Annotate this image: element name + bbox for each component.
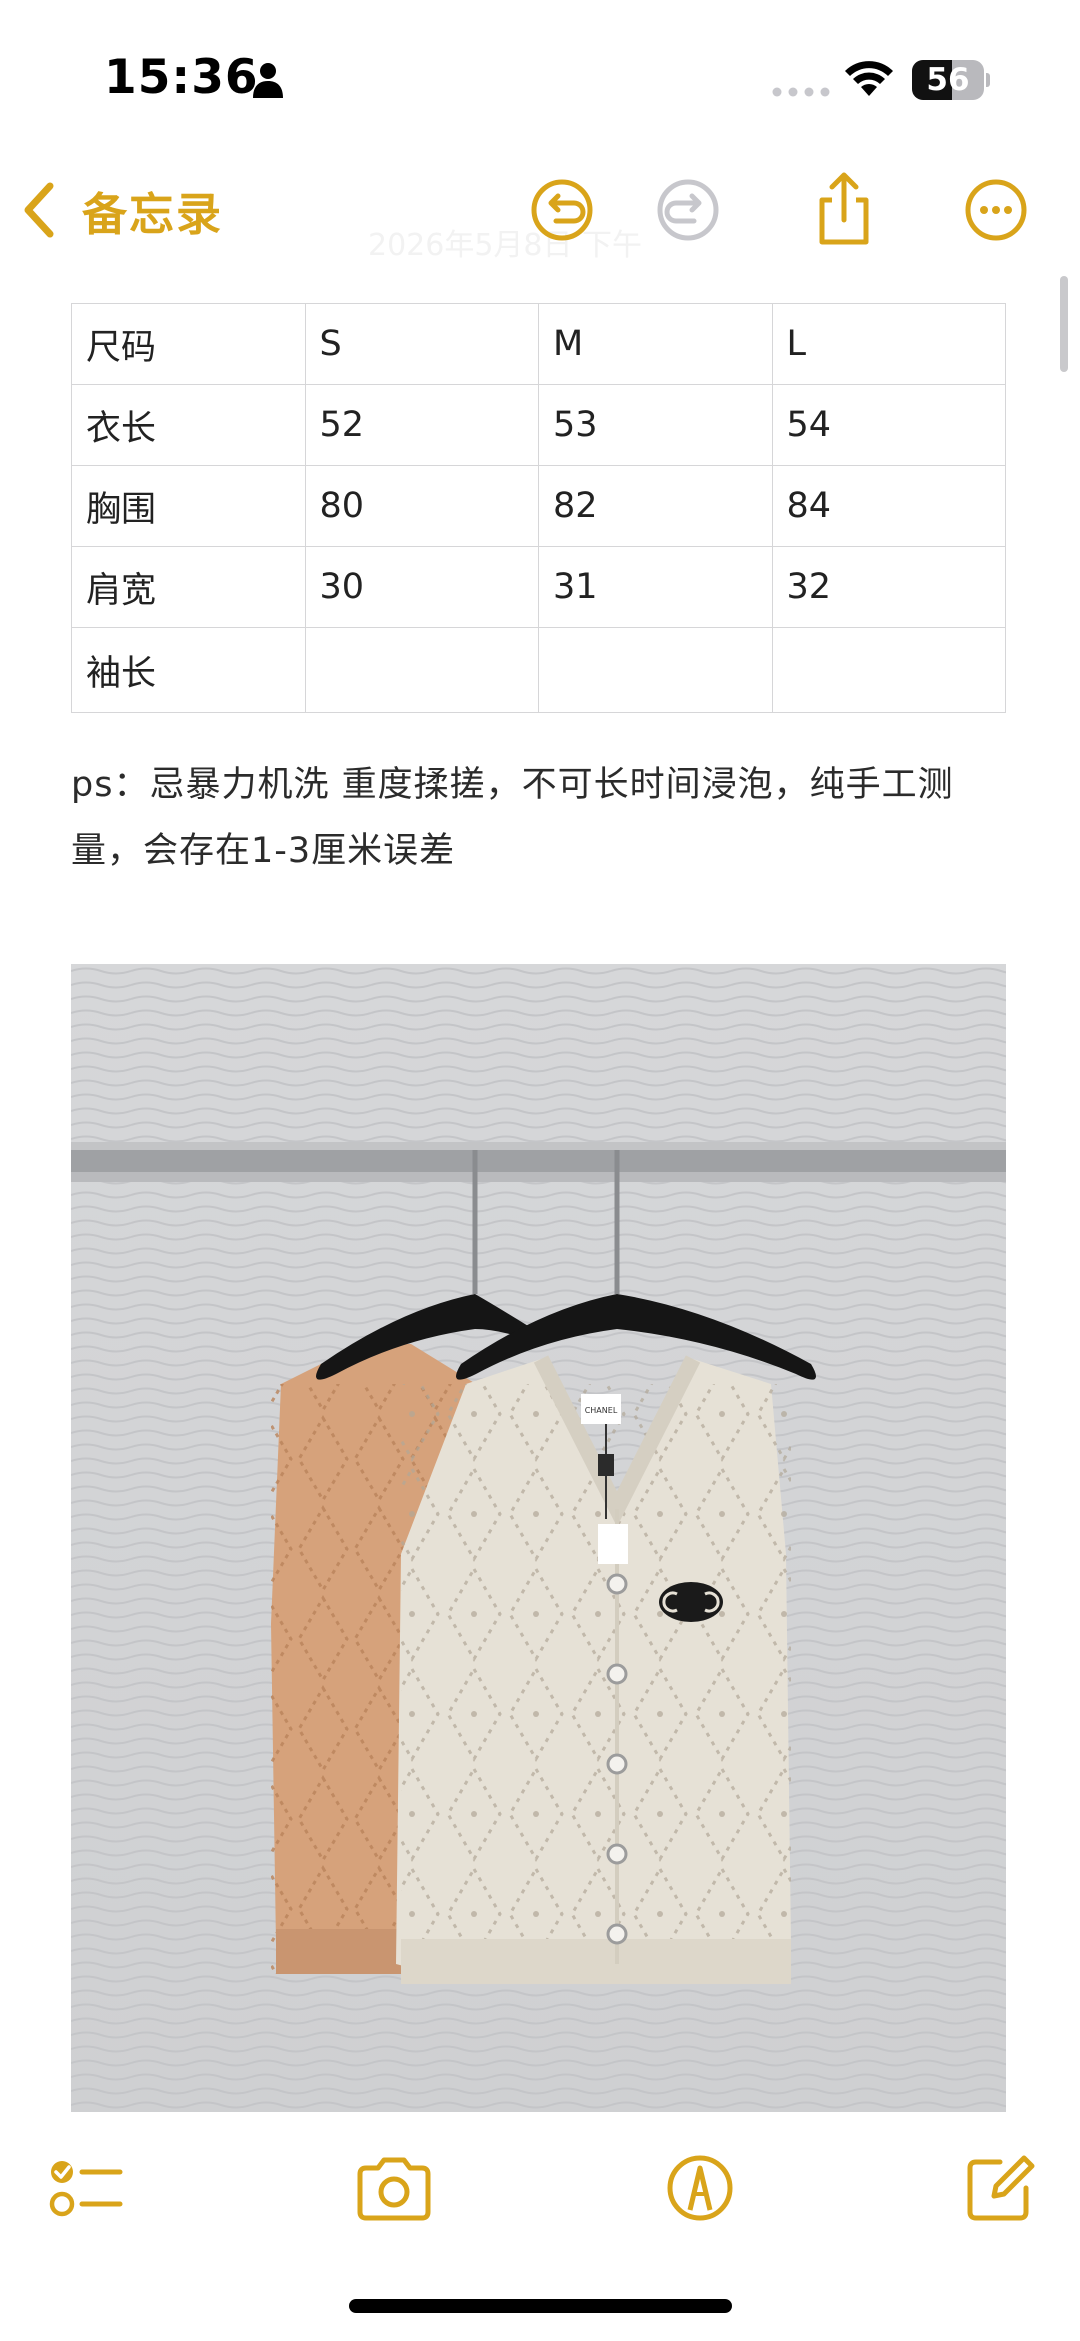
- status-time: 15:36: [104, 50, 259, 105]
- brand-label: CHANEL: [585, 1406, 618, 1415]
- share-icon[interactable]: [804, 170, 884, 250]
- table-cell[interactable]: 胸围: [71, 465, 306, 547]
- battery-cap: [986, 73, 990, 87]
- status-bar: 15:36 56: [0, 0, 1080, 150]
- table-row: 肩宽 30 31 32: [71, 546, 1006, 628]
- table-cell[interactable]: 84: [771, 465, 1006, 547]
- battery-indicator: 56: [912, 60, 990, 100]
- table-cell[interactable]: 53: [538, 384, 773, 466]
- table-cell[interactable]: [538, 627, 773, 713]
- camera-icon[interactable]: [354, 2148, 434, 2228]
- person-icon: [253, 63, 283, 98]
- undo-icon[interactable]: [522, 170, 602, 250]
- home-indicator[interactable]: [349, 2299, 732, 2313]
- table-cell[interactable]: 54: [771, 384, 1006, 466]
- table-cell[interactable]: [304, 627, 539, 713]
- signal-icon: [772, 87, 830, 97]
- notes-screen: 15:36 56 备忘录 2026年5月8日 下午 尺码 S M L 衣长 52…: [0, 0, 1080, 2341]
- scroll-indicator[interactable]: [1060, 276, 1068, 372]
- table-cell[interactable]: 尺码: [71, 303, 306, 385]
- table-cell[interactable]: 30: [304, 546, 539, 628]
- table-cell[interactable]: 80: [304, 465, 539, 547]
- table-cell[interactable]: 82: [538, 465, 773, 547]
- markup-icon[interactable]: [660, 2148, 740, 2228]
- table-row: 衣长 52 53 54: [71, 384, 1006, 466]
- redo-icon[interactable]: [648, 170, 728, 250]
- table-cell[interactable]: 袖长: [71, 627, 306, 713]
- table-row: 袖长: [71, 627, 1006, 713]
- nav-bar: 备忘录 2026年5月8日 下午: [0, 150, 1080, 270]
- back-label: 备忘录: [82, 187, 224, 241]
- table-row: 尺码 S M L: [71, 303, 1006, 385]
- table-cell[interactable]: 52: [304, 384, 539, 466]
- table-cell[interactable]: M: [538, 303, 773, 385]
- knit-vest-photo[interactable]: CHANEL: [71, 964, 1006, 2112]
- table-cell[interactable]: 31: [538, 546, 773, 628]
- back-button[interactable]: 备忘录: [20, 170, 223, 250]
- table-cell[interactable]: L: [771, 303, 1006, 385]
- table-cell[interactable]: 肩宽: [71, 546, 306, 628]
- chevron-left-icon: [24, 182, 54, 238]
- table-cell[interactable]: S: [304, 303, 539, 385]
- battery-body: 56: [912, 60, 984, 100]
- note-body-text[interactable]: ps：忌暴力机洗 重度揉搓，不可长时间浸泡，纯手工测量，会存在1-3厘米误差: [71, 752, 1006, 884]
- wifi-icon: [845, 61, 893, 96]
- table-cell[interactable]: 衣长: [71, 384, 306, 466]
- table-row: 胸围 80 82 84: [71, 465, 1006, 547]
- more-icon[interactable]: [956, 170, 1036, 250]
- table-cell[interactable]: 32: [771, 546, 1006, 628]
- size-table: 尺码 S M L 衣长 52 53 54 胸围 80 82 84 肩宽 30 3…: [71, 303, 1006, 713]
- compose-icon[interactable]: [960, 2148, 1040, 2228]
- checklist-icon[interactable]: [46, 2148, 126, 2228]
- table-cell[interactable]: [771, 627, 1006, 713]
- battery-percent: 56: [926, 62, 970, 98]
